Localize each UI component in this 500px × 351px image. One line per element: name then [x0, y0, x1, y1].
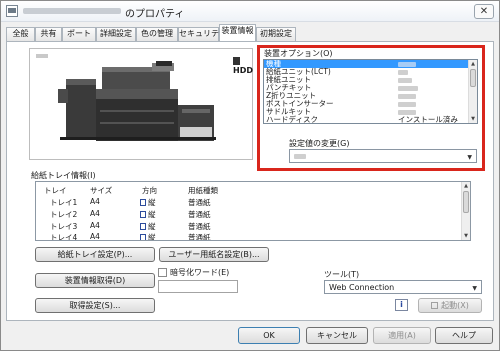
- document-icon: [140, 223, 146, 230]
- column-header-tray[interactable]: トレイ: [44, 185, 67, 196]
- tab-advanced[interactable]: 詳細設定: [96, 27, 136, 41]
- option-value: インストール済み: [398, 115, 458, 124]
- tool-label: ツール(T): [324, 270, 360, 279]
- tool-select[interactable]: Web Connection ▼: [324, 280, 482, 294]
- tray-paper: 普通紙: [188, 198, 211, 207]
- acquire-settings-button[interactable]: 取得設定(S)...: [35, 298, 155, 313]
- tray-info-title: 給紙トレイ情報(I): [31, 171, 96, 180]
- change-setting-value-redacted: [294, 154, 306, 159]
- tray-direction: 縦: [140, 232, 156, 240]
- device-options-list[interactable]: 機種 給紙ユニット(LCT) 排紙ユニット パンチキット Z折りユニット ポスト…: [263, 59, 478, 124]
- chevron-down-icon: ▼: [472, 285, 477, 292]
- tray-paper: 普通紙: [188, 222, 211, 231]
- tray-size: A4: [90, 232, 100, 240]
- printer-app-icon: [6, 5, 18, 17]
- options-scrollbar[interactable]: ▲ ▼: [468, 60, 477, 123]
- tray-list-scrollbar[interactable]: ▲ ▼: [461, 182, 470, 240]
- tray-direction: 縦: [140, 197, 156, 208]
- column-header-direction[interactable]: 方向: [142, 185, 157, 196]
- scroll-thumb[interactable]: [470, 69, 476, 87]
- scroll-up-icon[interactable]: ▲: [462, 182, 470, 190]
- chevron-down-icon: ▼: [467, 154, 472, 161]
- tab-color-management[interactable]: 色の管理: [136, 27, 178, 41]
- ok-button[interactable]: OK: [238, 327, 300, 344]
- encryption-word-input[interactable]: [158, 280, 238, 293]
- printer-illustration: [58, 61, 216, 141]
- change-setting-label: 設定値の変更(G): [289, 139, 350, 148]
- launch-icon: [431, 302, 439, 309]
- user-paper-name-button[interactable]: ユーザー用紙名設定(B)...: [159, 247, 269, 262]
- title-printer-name-redacted: [23, 8, 121, 14]
- tray-direction: 縦: [140, 209, 156, 220]
- document-icon: [140, 199, 146, 206]
- tray-settings-button[interactable]: 給紙トレイ設定(P)...: [35, 247, 155, 262]
- option-value-redacted: [398, 93, 416, 99]
- tray-paper: 普通紙: [188, 210, 211, 219]
- column-header-paper-type[interactable]: 用紙種類: [188, 185, 218, 196]
- tab-security[interactable]: セキュリティ: [178, 27, 227, 41]
- option-label: ハードディスク: [266, 115, 318, 124]
- close-button[interactable]: ✕: [474, 4, 494, 19]
- scroll-thumb[interactable]: [463, 191, 469, 213]
- tray-size: A4: [90, 209, 100, 218]
- cancel-button[interactable]: キャンセル: [306, 327, 368, 344]
- info-icon[interactable]: i: [395, 299, 408, 311]
- tray-name: トレイ4: [50, 233, 78, 240]
- tray-name: トレイ1: [50, 198, 78, 207]
- option-value-redacted: [398, 77, 412, 83]
- scroll-down-icon[interactable]: ▼: [462, 232, 470, 240]
- scroll-down-icon[interactable]: ▼: [469, 115, 477, 123]
- tab-initial-settings[interactable]: 初期設定: [256, 27, 296, 41]
- document-icon: [140, 211, 146, 218]
- help-button[interactable]: ヘルプ: [435, 327, 493, 344]
- tray-size: A4: [90, 221, 100, 230]
- launch-button[interactable]: 起動(X): [418, 298, 482, 313]
- tool-selected-value: Web Connection: [329, 283, 395, 292]
- tray-size: A4: [90, 197, 100, 206]
- encryption-label: 暗号化ワード(E): [170, 268, 230, 277]
- window-title: のプロパティ: [125, 9, 185, 20]
- apply-button[interactable]: 適用(A): [373, 327, 431, 344]
- document-icon: [140, 234, 146, 240]
- get-device-info-button[interactable]: 装置情報取得(D): [35, 273, 155, 288]
- tab-general[interactable]: 全般: [6, 27, 35, 41]
- column-header-size[interactable]: サイズ: [90, 185, 112, 196]
- tray-name: トレイ3: [50, 222, 78, 231]
- device-preview: HDD: [29, 48, 253, 160]
- encryption-checkbox[interactable]: [158, 268, 167, 277]
- change-setting-select[interactable]: ▼: [289, 149, 477, 163]
- option-item-hard-disk[interactable]: ハードディスク インストール済み: [264, 116, 477, 124]
- properties-window: のプロパティ ✕ 全般 共有 ポート 詳細設定 色の管理 セキュリティ 装置情報…: [0, 0, 500, 351]
- tab-ports[interactable]: ポート: [62, 27, 96, 41]
- option-value-redacted: [398, 85, 418, 91]
- device-options-title: 装置オプション(O): [264, 49, 333, 58]
- title-bar[interactable]: のプロパティ ✕: [1, 1, 499, 22]
- tray-direction: 縦: [140, 221, 156, 232]
- tray-info-list[interactable]: トレイ サイズ 方向 用紙種類 トレイ1 A4 縦 普通紙 トレイ2 A4 縦 …: [35, 181, 471, 241]
- option-value-redacted: [398, 69, 408, 75]
- option-value-redacted: [398, 61, 416, 67]
- tab-device-info[interactable]: 装置情報: [219, 24, 256, 41]
- option-value-redacted: [398, 101, 416, 107]
- tab-sharing[interactable]: 共有: [35, 27, 62, 41]
- tray-name: トレイ2: [50, 210, 78, 219]
- scroll-up-icon[interactable]: ▲: [469, 60, 477, 68]
- tray-paper: 普通紙: [188, 233, 211, 240]
